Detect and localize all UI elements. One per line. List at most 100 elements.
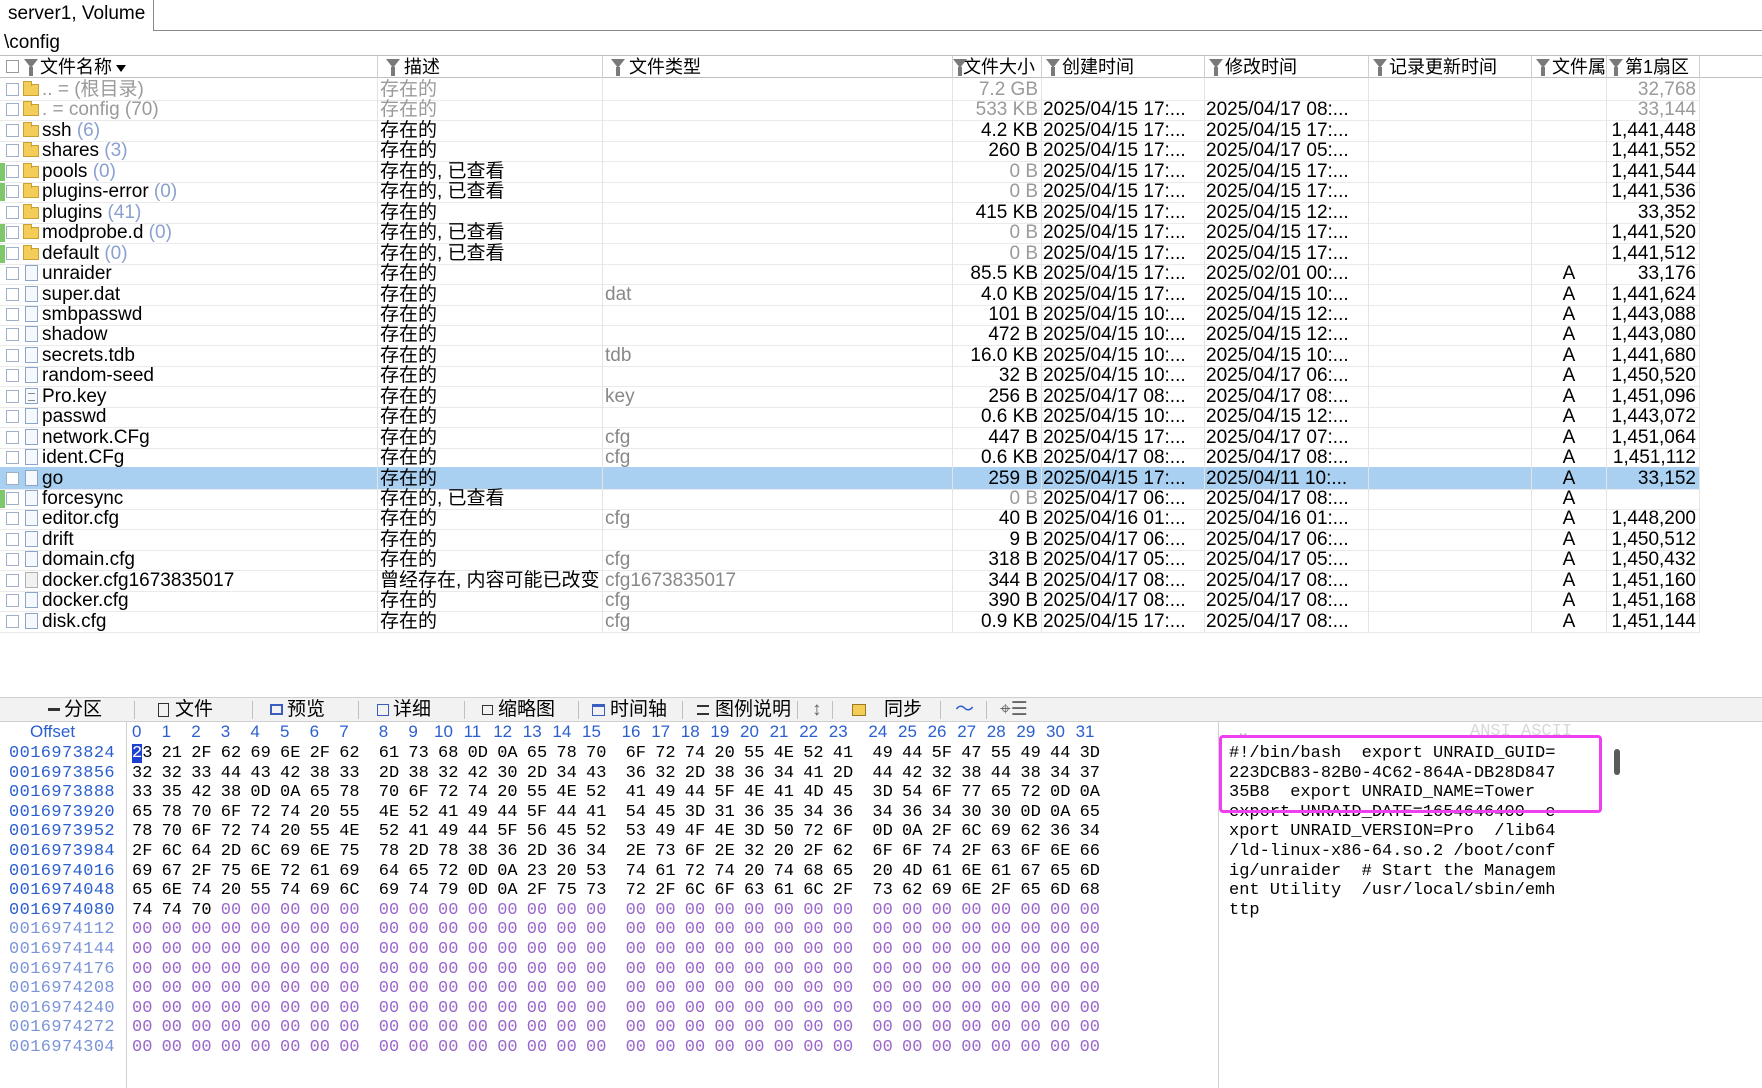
hex-byte[interactable]: 00 xyxy=(961,1037,987,1059)
column-header-created[interactable]: 创建时间 xyxy=(1042,56,1205,78)
hex-byte[interactable]: 00 xyxy=(468,1037,494,1059)
row-checkbox[interactable] xyxy=(6,410,19,424)
thumbnail-tab[interactable]: 缩略图 xyxy=(482,698,555,722)
row-checkbox[interactable] xyxy=(6,348,19,362)
hex-byte[interactable]: 00 xyxy=(310,1037,336,1059)
hex-byte[interactable]: 00 xyxy=(191,1037,217,1059)
hex-byte[interactable]: 00 xyxy=(556,1037,582,1059)
timeline-tab[interactable]: 时间轴 xyxy=(592,698,667,722)
sync-tab[interactable]: 同步 xyxy=(852,698,922,722)
hex-byte[interactable]: 00 xyxy=(932,1037,958,1059)
hex-byte[interactable]: 00 xyxy=(774,1037,800,1059)
hex-column-label: 31 xyxy=(1075,722,1095,741)
row-checkbox[interactable] xyxy=(6,205,19,219)
row-checkbox[interactable] xyxy=(6,164,19,178)
row-checkbox[interactable] xyxy=(6,492,19,505)
row-checkbox[interactable] xyxy=(6,123,19,137)
updown-arrow-icon[interactable]: ↕ xyxy=(812,698,822,722)
view-toolbar: 分区 文件 预览 详细 缩略图 时间轴 图例说明 ↕ 同步 〜 ⌖☰ xyxy=(0,697,1762,722)
row-checkbox[interactable] xyxy=(6,144,19,158)
row-checkbox[interactable] xyxy=(6,267,19,281)
hex-byte[interactable]: 00 xyxy=(714,1037,740,1059)
column-header-first-sector[interactable]: 第1扇区 xyxy=(1607,56,1700,78)
filter-icon[interactable] xyxy=(609,56,625,78)
file-name-cell[interactable]: disk.cfg xyxy=(0,609,378,633)
column-header-attr[interactable]: 文件属 xyxy=(1532,56,1607,78)
filter-icon[interactable] xyxy=(1044,56,1060,78)
hex-byte[interactable]: 00 xyxy=(132,1037,158,1059)
hex-byte[interactable]: 00 xyxy=(1020,1037,1046,1059)
row-checkbox[interactable] xyxy=(6,307,19,321)
legend-tab[interactable]: 图例说明 xyxy=(697,698,791,722)
hex-byte[interactable]: 00 xyxy=(586,1037,612,1059)
row-checkbox[interactable] xyxy=(6,573,19,587)
tab-server1-volume[interactable]: server1, Volume xyxy=(0,0,155,31)
filter-icon[interactable] xyxy=(384,56,400,78)
column-header-record-updated[interactable]: 记录更新时间 xyxy=(1369,56,1532,78)
hex-byte[interactable]: 00 xyxy=(162,1037,188,1059)
hex-byte[interactable]: 00 xyxy=(655,1037,681,1059)
row-checkbox[interactable] xyxy=(6,512,19,526)
filter-icon[interactable] xyxy=(1207,56,1223,78)
hex-byte[interactable]: 00 xyxy=(902,1037,928,1059)
row-checkbox[interactable] xyxy=(6,287,19,301)
hex-byte[interactable]: 00 xyxy=(280,1037,306,1059)
file-name: .. = (根目录) xyxy=(42,79,144,100)
hex-byte[interactable]: 00 xyxy=(527,1037,553,1059)
hex-byte[interactable]: 00 xyxy=(685,1037,711,1059)
filter-icon[interactable] xyxy=(22,56,38,78)
hex-byte[interactable]: 00 xyxy=(438,1037,464,1059)
row-checkbox[interactable] xyxy=(6,614,19,628)
row-checkbox[interactable] xyxy=(6,532,19,546)
filter-icon[interactable] xyxy=(1534,56,1550,78)
hex-byte[interactable]: 00 xyxy=(803,1037,829,1059)
file-row[interactable]: disk.cfg 存在的 cfg 0.9 KB 2025/04/15 17:... 202… xyxy=(0,609,1700,633)
row-checkbox[interactable] xyxy=(6,553,19,567)
hex-byte[interactable]: 00 xyxy=(408,1037,434,1059)
row-checkbox[interactable] xyxy=(6,328,19,342)
row-checkbox[interactable] xyxy=(6,226,19,240)
column-header-size[interactable]: 文件大小 xyxy=(953,56,1042,78)
filter-icon[interactable] xyxy=(1607,56,1623,78)
hex-byte[interactable]: 00 xyxy=(833,1037,859,1059)
hex-byte[interactable]: 00 xyxy=(744,1037,770,1059)
hex-byte[interactable]: 00 xyxy=(379,1037,405,1059)
row-checkbox[interactable] xyxy=(6,389,19,403)
hex-byte[interactable]: 00 xyxy=(497,1037,523,1059)
hex-byte[interactable]: 00 xyxy=(626,1037,652,1059)
settings-icon[interactable]: ⌖☰ xyxy=(1000,698,1028,722)
filter-icon[interactable] xyxy=(1371,56,1387,78)
filter-icon[interactable] xyxy=(953,56,967,78)
row-checkbox[interactable] xyxy=(6,471,19,485)
hex-byte[interactable]: 00 xyxy=(339,1037,365,1059)
select-all-checkbox[interactable] xyxy=(6,60,19,73)
hex-byte[interactable]: 00 xyxy=(872,1037,898,1059)
hex-byte[interactable]: 00 xyxy=(250,1037,276,1059)
partition-tab[interactable]: 分区 xyxy=(48,698,102,722)
file-name: forcesync xyxy=(42,488,124,509)
file-tab[interactable]: 文件 xyxy=(158,698,213,722)
hex-byte[interactable]: 00 xyxy=(1050,1037,1076,1059)
details-tab[interactable]: 详细 xyxy=(377,698,431,722)
ascii-scrollbar[interactable] xyxy=(1614,749,1620,775)
row-checkbox[interactable] xyxy=(6,83,19,96)
row-checkbox[interactable] xyxy=(6,103,19,117)
row-checkbox[interactable] xyxy=(6,594,19,608)
hex-byte[interactable]: 00 xyxy=(221,1037,247,1059)
file-name: shares xyxy=(42,140,100,162)
column-header-modified[interactable]: 修改时间 xyxy=(1205,56,1369,78)
row-checkbox[interactable] xyxy=(6,246,19,260)
hex-byte[interactable]: 00 xyxy=(991,1037,1017,1059)
row-checkbox[interactable] xyxy=(6,451,19,465)
column-header-desc[interactable]: 描述 xyxy=(378,56,603,78)
row-checkbox[interactable] xyxy=(6,430,19,444)
hex-byte[interactable]: 00 xyxy=(1080,1037,1106,1059)
column-header-type[interactable]: 文件类型 xyxy=(603,56,953,78)
folder-icon xyxy=(23,81,39,96)
preview-tab[interactable]: 预览 xyxy=(270,698,325,722)
wave-icon[interactable]: 〜 xyxy=(955,698,974,722)
file-name: passwd xyxy=(42,406,107,428)
row-checkbox[interactable] xyxy=(6,185,19,199)
column-header-name[interactable]: 文件名称 xyxy=(0,56,378,78)
row-checkbox[interactable] xyxy=(6,369,19,383)
